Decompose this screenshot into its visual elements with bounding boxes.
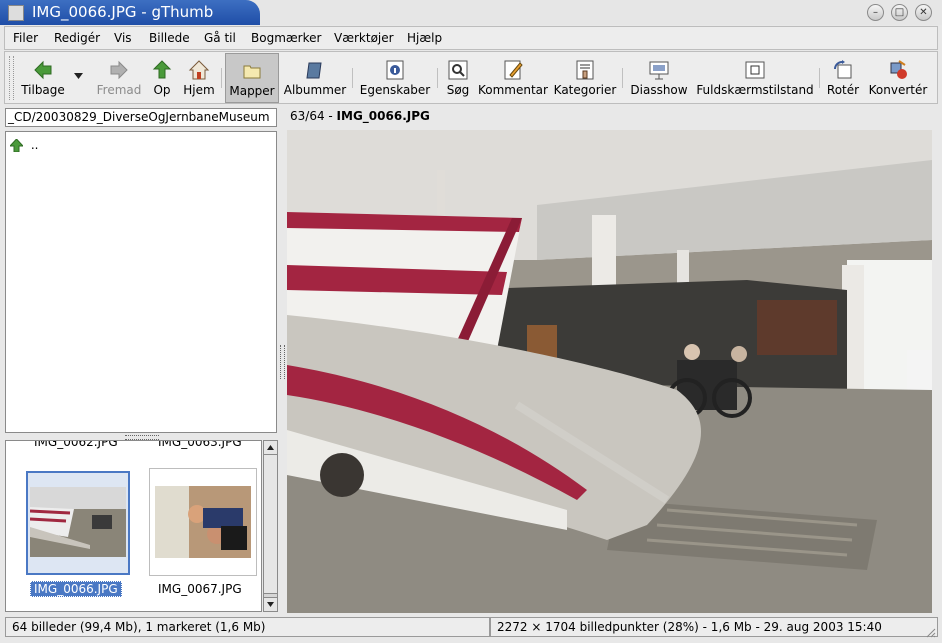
toolbar: Tilbage Fremad Op Hjem Mapper Albummer E… [4,51,938,104]
menu-file[interactable]: Filer [13,31,38,45]
rotate-button[interactable]: Rotér [823,53,863,103]
search-button[interactable]: Søg [442,53,474,103]
toolbar-separator [819,68,820,88]
title-bar: IMG_0066.JPG - gThumb – □ ✕ [0,0,942,25]
resize-grip[interactable] [924,626,936,638]
thumbnail-image [155,486,251,558]
scroll-up-button[interactable] [264,441,277,455]
fullscreen-icon [745,61,765,79]
menu-bar: Filer Redigér Vis Billede Gå til Bogmærk… [4,26,938,50]
menu-image[interactable]: Billede [149,31,190,45]
toolbar-handle[interactable] [9,56,14,100]
scrollbar-thumb[interactable] [264,455,277,594]
info-icon [386,60,404,80]
home-button[interactable]: Hjem [181,53,217,103]
rotate-label: Rotér [826,83,860,97]
thumbnail-caption: IMG_0063.JPG [158,440,242,449]
title-tab[interactable]: IMG_0066.JPG - gThumb [0,0,260,25]
search-icon [448,60,468,80]
comment-label: Kommentar [478,83,548,97]
convert-button[interactable]: Konvertér [865,53,931,103]
menu-bookmarks[interactable]: Bogmærker [251,31,321,45]
scroll-down-button[interactable] [264,597,277,611]
thumbnail-caption: IMG_0067.JPG [158,582,242,596]
app-icon[interactable] [8,5,24,21]
categories-button[interactable]: Kategorier [553,53,617,103]
home-label: Hjem [183,83,215,97]
folder-list[interactable]: .. [5,131,277,433]
pane-splitter-vertical[interactable] [280,345,285,379]
maximize-button[interactable]: □ [891,4,908,21]
up-folder-icon [8,138,25,153]
folders-button[interactable]: Mapper [225,53,279,103]
up-button[interactable]: Op [148,53,176,103]
menu-edit[interactable]: Redigér [54,31,100,45]
menu-tools[interactable]: Værktøjer [334,31,394,45]
status-left: 64 billeder (99,4 Mb), 1 markeret (1,6 M… [5,617,490,637]
toolbar-separator [221,68,222,88]
slideshow-label: Diasshow [630,83,688,97]
album-icon [306,62,322,79]
albums-button[interactable]: Albummer [283,53,347,103]
menu-go[interactable]: Gå til [204,31,236,45]
image-header: 63/64 - IMG_0066.JPG [290,109,430,123]
folder-icon [243,65,261,79]
slideshow-icon [649,61,669,80]
back-history-dropdown[interactable] [71,53,85,103]
menu-view[interactable]: Vis [114,31,132,45]
convert-icon [890,60,907,79]
rotate-icon [834,60,852,79]
photo-image [287,130,932,613]
list-item-label: .. [30,138,39,152]
up-arrow-icon [152,60,172,79]
close-button[interactable]: ✕ [915,4,932,21]
chevron-up-icon [267,445,274,450]
minimize-button[interactable]: – [867,4,884,21]
albums-label: Albummer [283,83,347,97]
menu-help[interactable]: Hjælp [407,31,442,45]
fullscreen-button[interactable]: Fuldskærmstilstand [694,53,816,103]
thumbnail-item[interactable] [26,471,130,575]
categories-icon [576,60,594,80]
properties-button[interactable]: Egenskaber [357,53,433,103]
image-position: 63/64 - [290,109,337,123]
search-label: Søg [446,83,470,97]
comment-button[interactable]: Kommentar [477,53,549,103]
fullscreen-label: Fuldskærmstilstand [696,83,814,97]
up-label: Op [153,83,171,97]
thumbnail-image [30,487,126,557]
image-filename: IMG_0066.JPG [336,109,430,123]
convert-label: Konvertér [868,83,928,97]
thumbnail-caption: IMG_0062.JPG [34,440,118,449]
thumbnail-item[interactable] [149,468,257,576]
window-title: IMG_0066.JPG - gThumb [32,3,214,21]
image-viewer[interactable] [287,130,932,613]
properties-label: Egenskaber [359,83,431,97]
forward-arrow-icon [110,60,128,80]
comment-icon [504,60,523,80]
folders-label: Mapper [229,84,275,98]
resize-grip-icon [926,628,936,638]
toolbar-separator [352,68,353,88]
thumbnail-pane[interactable]: IMG_0062.JPG IMG_0063.JPG IMG_0066.JPG I… [5,440,262,612]
forward-button[interactable]: Fremad [93,53,145,103]
back-button[interactable]: Tilbage [17,53,69,103]
thumbnail-caption-selected: IMG_0066.JPG [30,581,122,597]
thumbnail-scrollbar[interactable] [263,440,278,612]
toolbar-separator [437,68,438,88]
status-right: 2272 × 1704 billedpunkter (28%) - 1,6 Mb… [490,617,938,637]
back-label: Tilbage [21,83,65,97]
list-item[interactable]: .. [8,138,39,154]
chevron-down-icon [73,73,83,79]
location-field[interactable]: _CD/20030829_DiverseOgJernbaneMuseum [5,108,277,127]
forward-label: Fremad [96,83,142,97]
home-icon [188,60,210,80]
back-arrow-icon [34,60,52,80]
slideshow-button[interactable]: Diasshow [627,53,691,103]
chevron-down-icon [267,602,274,607]
toolbar-separator [622,68,623,88]
categories-label: Kategorier [553,83,617,97]
